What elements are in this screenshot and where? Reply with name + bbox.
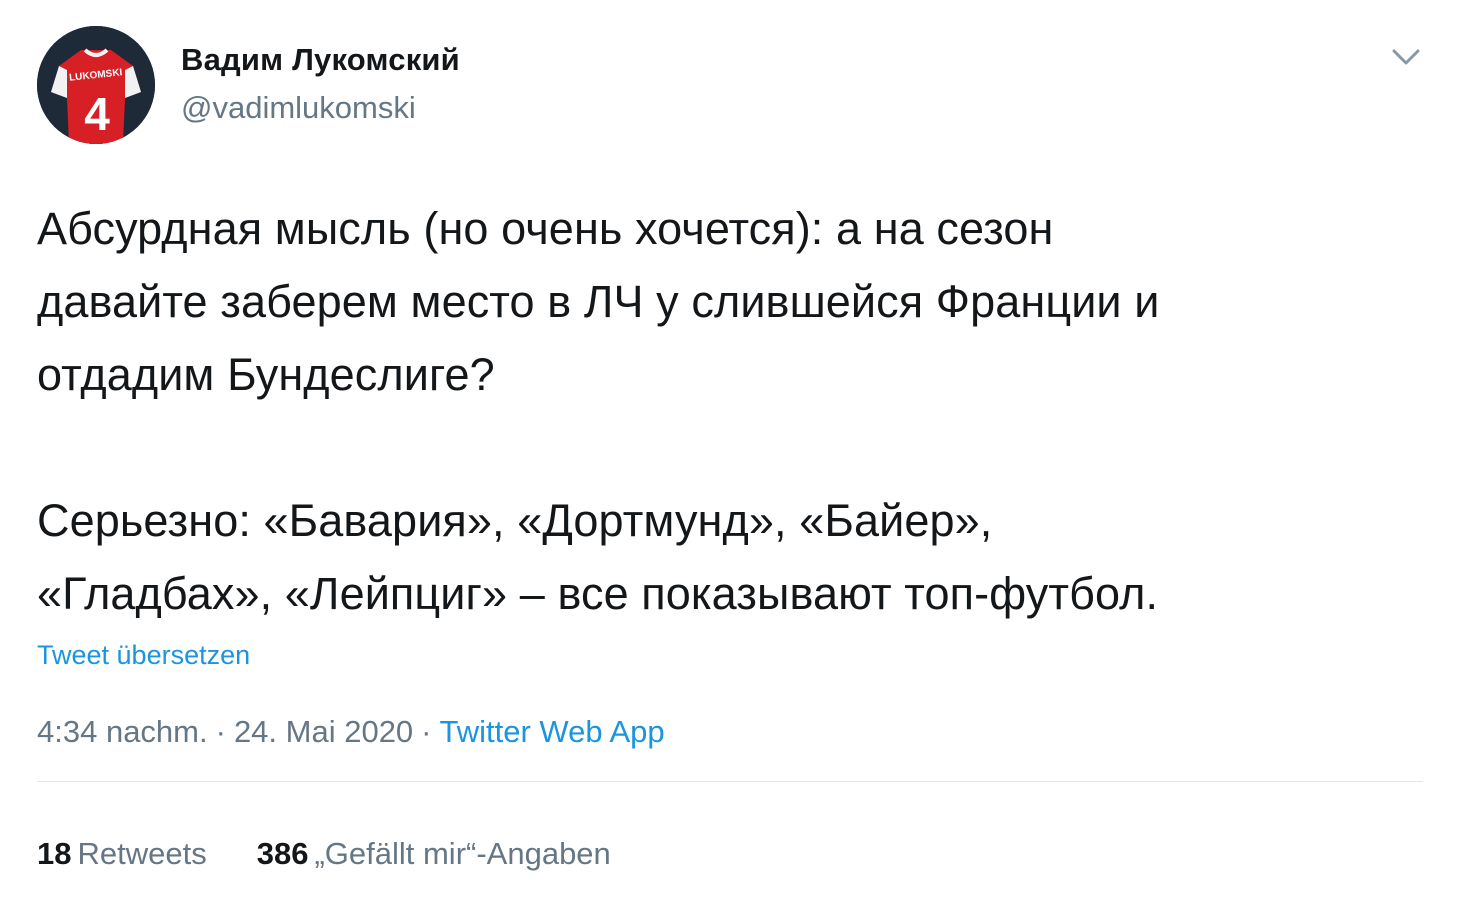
translate-link[interactable]: Tweet übersetzen	[37, 640, 250, 671]
tweet-date[interactable]: 24. Mai 2020	[234, 714, 413, 749]
avatar[interactable]: LUKOMSKI 4	[37, 26, 155, 144]
divider	[37, 781, 1423, 782]
chevron-down-icon[interactable]	[1389, 44, 1423, 70]
jersey-avatar-image: LUKOMSKI 4	[37, 26, 155, 144]
likes-label: „Gefällt mir“-Angaben	[314, 836, 611, 871]
tweet-metadata: 4:34 nachm. · 24. Mai 2020 · Twitter Web App	[37, 714, 665, 750]
avatar-jersey-number: 4	[84, 88, 110, 140]
tweet-card: LUKOMSKI 4 Вадим Лукомский @vadimlukomsk…	[0, 0, 1460, 916]
tweet-text: Абсурдная мысль (но очень хочется): а на…	[37, 203, 1160, 619]
retweets-label: Retweets	[77, 836, 207, 871]
separator-dot: ·	[215, 714, 226, 749]
separator-dot: ·	[421, 714, 432, 749]
tweet-source-link[interactable]: Twitter Web App	[440, 714, 665, 749]
likes-count: 386	[256, 836, 309, 871]
likes-stat[interactable]: 386 „Gefällt mir“-Angaben	[257, 836, 611, 872]
author-display-name[interactable]: Вадим Лукомский	[181, 42, 460, 78]
author-handle[interactable]: @vadimlukomski	[181, 90, 416, 126]
retweets-count: 18	[37, 836, 72, 871]
tweet-stats: 18 Retweets 386 „Gefällt mir“-Angaben	[37, 836, 611, 872]
tweet-time[interactable]: 4:34 nachm.	[37, 714, 208, 749]
retweets-stat[interactable]: 18 Retweets	[37, 836, 207, 872]
